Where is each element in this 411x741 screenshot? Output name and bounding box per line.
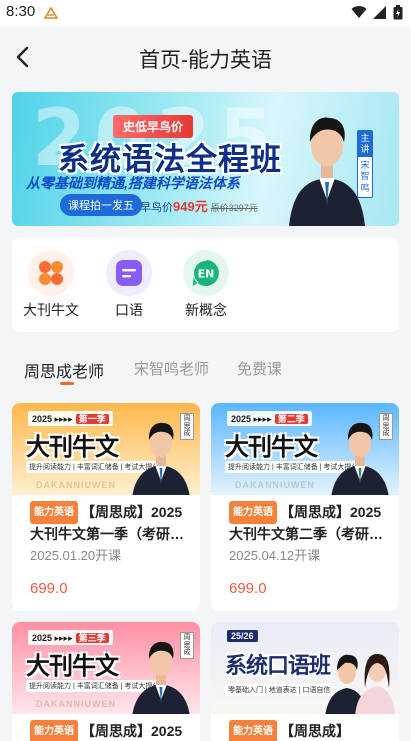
course-title: 能力英语 【周思成】2025大刊牛文第一季（考研… [30,501,188,543]
category-speaking[interactable]: 口语 [94,250,164,320]
thumb-title: 大刊牛文 [26,653,119,680]
status-bar: 8:30 [0,0,411,26]
thumb-season: 第一季 [75,414,109,424]
course-price: 699.0 [229,580,267,597]
wifi-icon [351,6,367,19]
category-label: 口语 [115,302,143,318]
course-date: 2025.01.20开课 [30,548,122,563]
chat-icon [106,250,152,296]
banner-teacher-name: 宋智鸣 [357,156,373,198]
thumb-season: 第三季 [75,633,109,643]
battery-icon [393,5,403,20]
course-tag: 能力英语 [30,501,78,524]
banner-button: 课程拍一发五 [60,194,142,216]
thumb-watermark: DAKANNIUWEN [36,480,116,490]
active-tab-indicator [60,382,74,385]
banner-price-label: 早鸟价 [140,202,173,214]
category-label: 大刊牛文 [23,302,79,318]
tab-song-zhiming[interactable]: 宋智鸣老师 [134,358,209,379]
thumb-name: 周思成 [180,413,194,441]
course-card[interactable]: 2025 ▸▸▸▸ 第三季 大刊牛文 提升阅读能力 | 丰富词汇储备 | 考试大提… [12,622,200,741]
course-title: 能力英语 【周思成】2025 [30,720,188,741]
signal-icon [373,6,386,19]
thumb-year: 2025 ▸▸▸▸ 第三季 [28,630,113,645]
promo-banner[interactable]: 2025 史低早鸟价 系统语法全程班 从零基础到精通,搭建科学语法体系 课程拍一… [12,92,399,226]
tab-zhou-sicheng[interactable]: 周思成老师 [24,358,104,382]
course-thumbnail: 2025 ▸▸▸▸ 第一季 大刊牛文 提升阅读能力 | 丰富词汇储备 | 考试大提… [12,403,200,495]
course-tag: 能力英语 [229,720,277,741]
thumb-year: 25/26 [227,630,258,642]
banner-original-price: 原价3297元 [210,203,258,213]
banner-subtitle: 从零基础到精通,搭建科学语法体系 [26,175,240,191]
en-icon: EN [183,250,229,296]
course-title: 能力英语 【周思成】2025大刊牛文第二季（考研… [229,501,387,543]
thumb-title: 大刊牛文 [26,434,119,461]
tab-free-courses[interactable]: 免费课 [237,358,282,379]
course-card[interactable]: 25/26 系统口语班 零基础入门 | 地道表达 | 口语自信 能力英语 【周思成… [211,622,399,741]
course-card[interactable]: 2025 ▸▸▸▸ 第一季 大刊牛文 提升阅读能力 | 丰富词汇储备 | 考试大提… [12,403,200,611]
course-card[interactable]: 2025 ▸▸▸▸ 第二季 大刊牛文 提升阅读能力 | 丰富词汇储备 | 考试大提… [211,403,399,611]
status-icons [351,5,403,20]
thumb-watermark: DAKANNIUWEN [36,699,116,709]
svg-text:EN: EN [198,268,215,281]
banner-price-value: 949元 [173,199,208,214]
category-panel: 大刊牛文 口语 EN 新概念 [12,238,399,332]
category-new-concept[interactable]: EN 新概念 [171,250,241,320]
teacher-portraits [325,654,395,714]
thumb-title: 大刊牛文 [225,434,318,461]
thumb-watermark: DAKANNIUWEN [235,480,315,490]
category-dakanniuwen[interactable]: 大刊牛文 [16,250,86,320]
course-thumbnail: 25/26 系统口语班 零基础入门 | 地道表达 | 口语自信 [211,622,399,714]
status-time: 8:30 [6,3,36,20]
thumb-strip: 零基础入门 | 地道表达 | 口语自信 [225,684,334,696]
header: 首页-能力英语 [0,26,411,88]
thumb-name: 周思成 [379,413,393,441]
thumb-title: 系统口语班 [225,653,331,678]
thumb-year: 2025 ▸▸▸▸ 第一季 [28,411,113,426]
banner-teacher-label: 主讲 [357,130,373,159]
notification-icon [43,6,59,24]
category-label: 新概念 [185,302,227,318]
course-date: 2025.04.12开课 [229,548,321,563]
banner-price: 早鸟价949元 原价3297元 [140,196,258,215]
page-title: 首页-能力英语 [139,49,272,72]
thumb-name: 周思成 [180,632,194,660]
course-tag: 能力英语 [229,501,277,524]
course-thumbnail: 2025 ▸▸▸▸ 第二季 大刊牛文 提升阅读能力 | 丰富词汇储备 | 考试大提… [211,403,399,495]
thumb-year: 2025 ▸▸▸▸ 第二季 [227,411,312,426]
course-price: 699.0 [30,580,68,597]
course-tag: 能力英语 [30,720,78,741]
grid-icon [28,250,74,296]
thumb-season: 第二季 [274,414,308,424]
teacher-tabs: 周思成老师 宋智鸣老师 免费课 [0,354,411,390]
course-title: 能力英语 【周思成】 [229,720,387,741]
course-thumbnail: 2025 ▸▸▸▸ 第三季 大刊牛文 提升阅读能力 | 丰富词汇储备 | 考试大提… [12,622,200,714]
